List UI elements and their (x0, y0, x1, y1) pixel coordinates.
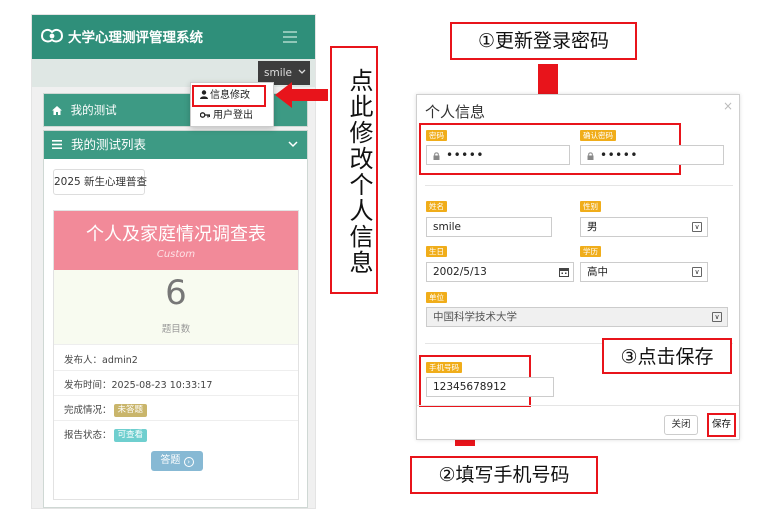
birthday-label: 生日 (426, 246, 447, 257)
password-value: ••••• (446, 148, 484, 162)
dialog-title: 个人信息 (425, 103, 486, 121)
divider (417, 405, 739, 406)
annotation-step2: ②填写手机号码 (410, 456, 598, 494)
chevron-down-icon: ∨ (712, 312, 722, 322)
phone-label: 手机号码 (426, 362, 462, 373)
divider (425, 185, 733, 186)
annotation-step1: ①更新登录密码 (450, 22, 637, 60)
annotation-step2-text: ②填写手机号码 (438, 464, 570, 486)
annotation-step3-text: ③点击保存 (620, 346, 714, 368)
close-icon[interactable]: × (723, 99, 733, 113)
password-input[interactable]: ••••• (426, 145, 570, 165)
personal-info-dialog: 个人信息 × 密码 ••••• 确认密码 ••••• 姓名 smile 性别 男… (416, 94, 740, 440)
education-value: 高中 (587, 266, 608, 278)
organization-value: 中国科学技术大学 (433, 311, 517, 323)
birthday-input[interactable]: 2002/5/13 (426, 262, 574, 282)
birthday-value: 2002/5/13 (433, 266, 487, 278)
annotation-edit-info-text: 点此修改个人信息 (345, 68, 373, 276)
lock-icon (587, 152, 594, 160)
password-label: 密码 (426, 130, 447, 141)
calendar-icon[interactable] (559, 267, 569, 277)
confirm-password-input[interactable]: ••••• (580, 145, 724, 165)
name-label: 姓名 (426, 201, 447, 212)
confirm-password-value: ••••• (600, 148, 638, 162)
arrow-left-icon (275, 82, 328, 108)
close-button[interactable]: 关闭 (664, 415, 698, 435)
education-label: 学历 (580, 246, 601, 257)
save-button[interactable]: 保存 (707, 413, 736, 437)
lock-icon (433, 152, 440, 160)
annotation-edit-info: 点此修改个人信息 (330, 46, 378, 294)
organization-select[interactable]: 中国科学技术大学 ∨ (426, 307, 728, 327)
gender-select[interactable]: 男 ∨ (580, 217, 708, 237)
education-select[interactable]: 高中 ∨ (580, 262, 708, 282)
gender-value: 男 (587, 221, 598, 233)
phone-input[interactable]: 12345678912 (426, 377, 554, 397)
gender-label: 性别 (580, 201, 601, 212)
chevron-down-icon: ∨ (692, 222, 702, 232)
annotation-step1-text: ①更新登录密码 (477, 30, 610, 52)
name-input[interactable]: smile (426, 217, 552, 237)
confirm-password-label: 确认密码 (580, 130, 616, 141)
annotation-step3: ③点击保存 (602, 338, 732, 374)
chevron-down-icon: ∨ (692, 267, 702, 277)
organization-label: 单位 (426, 292, 447, 303)
